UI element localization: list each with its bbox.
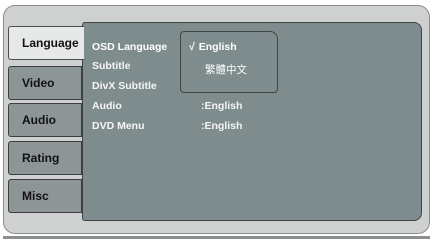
menu-row-value: :English <box>201 100 243 112</box>
tab-video-label: Video <box>22 76 55 90</box>
option-english[interactable]: √ English <box>189 41 237 53</box>
bottom-divider <box>3 236 430 239</box>
option-traditional-chinese[interactable]: 繁體中文 <box>205 62 247 77</box>
menu-row-audio[interactable]: Audio :English <box>92 98 242 114</box>
tab-rating-label: Rating <box>22 151 60 165</box>
tab-language[interactable]: Language <box>8 26 84 60</box>
tab-audio[interactable]: Audio <box>8 103 82 137</box>
settings-panel: OSD Language Subtitle DivX Subtitle Audi… <box>82 22 422 221</box>
tab-video[interactable]: Video <box>8 66 82 100</box>
check-icon: √ <box>189 41 195 53</box>
option-label: 繁體中文 <box>205 64 247 76</box>
menu-row-label: Audio <box>92 100 122 112</box>
menu-row-dvd-menu[interactable]: DVD Menu :English <box>92 118 242 134</box>
tab-rating[interactable]: Rating <box>8 141 82 175</box>
tab-misc[interactable]: Misc <box>8 179 82 213</box>
osd-language-dropdown: √ English 繁體中文 <box>180 31 278 93</box>
tab-misc-label: Misc <box>22 189 49 203</box>
menu-row-value: :English <box>201 120 243 132</box>
tab-language-label: Language <box>22 36 79 50</box>
menu-row-label: DVD Menu <box>92 120 145 132</box>
option-label: English <box>198 41 237 53</box>
tab-audio-label: Audio <box>22 113 56 127</box>
